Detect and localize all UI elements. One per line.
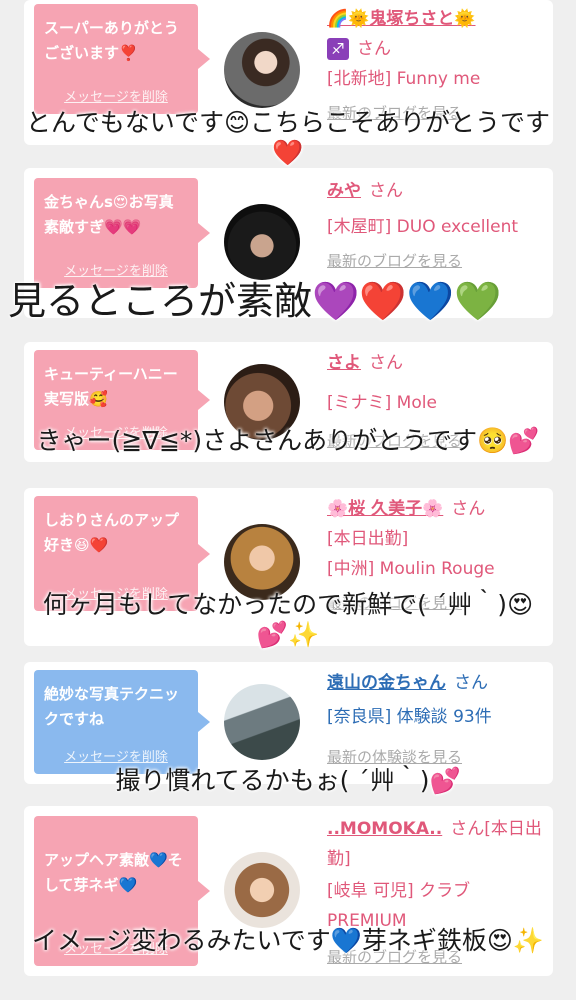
shop-link[interactable]: [ミナミ] Mole bbox=[327, 388, 543, 418]
avatar[interactable] bbox=[224, 852, 300, 928]
profile-name-link[interactable]: 遠山の金ちゃん bbox=[327, 673, 446, 693]
overlay-caption: きゃー(≧∇≦*)さよさんありがとうです🥺💕 bbox=[36, 426, 540, 455]
profile-name-link[interactable]: 🌸桜 久美子🌸 bbox=[327, 499, 443, 519]
profile-name-link[interactable]: みや bbox=[327, 181, 361, 201]
shop-link[interactable]: [木屋町] DUO excellent bbox=[327, 212, 543, 242]
message-text: アップヘア素敵💙そして芽ネギ💙 bbox=[44, 851, 183, 894]
sagittarius-icon: ♐ bbox=[327, 38, 349, 60]
message-text: スーパーありがとうございます❣️ bbox=[44, 19, 179, 62]
work-status: [本日出勤] bbox=[327, 529, 409, 549]
profile-name-link[interactable]: さよ bbox=[327, 353, 361, 373]
message-text: 絶妙な写真テクニックですね bbox=[44, 685, 180, 728]
overlay-caption: 撮り慣れてるかもぉ( ´艸｀)💕 bbox=[115, 766, 461, 795]
honorific: さん bbox=[451, 499, 486, 519]
honorific: さん bbox=[357, 39, 391, 59]
message-bubble: 絶妙な写真テクニックですね メッセージを削除 bbox=[34, 670, 210, 774]
delete-message-link[interactable]: メッセージを削除 bbox=[34, 85, 198, 110]
message-text: 金ちゃんs😍お写真素敵すぎ💗💗 bbox=[44, 193, 174, 236]
message-text: しおりさんのアップ好き😆❤️ bbox=[44, 511, 180, 554]
avatar[interactable] bbox=[224, 524, 300, 600]
profile-name-link[interactable]: ..MOMOKA.. bbox=[327, 819, 442, 839]
avatar[interactable] bbox=[224, 684, 300, 760]
profile-name-link[interactable]: 🌈🌞鬼塚ちさと🌞 bbox=[327, 9, 476, 29]
overlay-caption: イメージ変わるみたいです💙芽ネギ鉄板😍✨ bbox=[31, 926, 545, 955]
overlay-caption: 何ヶ月もしてなかったので新鮮で( ´艸｀)😍💕✨ bbox=[42, 590, 534, 649]
shop-link[interactable]: [中洲] Moulin Rouge bbox=[327, 554, 543, 584]
honorific: さん bbox=[369, 353, 403, 373]
honorific: さん bbox=[369, 181, 403, 201]
honorific: さん bbox=[454, 673, 488, 693]
recent-blog-link[interactable]: 最新のブログを見る bbox=[327, 246, 543, 276]
shop-link[interactable]: [北新地] Funny me bbox=[327, 64, 543, 94]
avatar[interactable] bbox=[224, 204, 300, 280]
avatar[interactable] bbox=[224, 32, 300, 108]
message-bubble: スーパーありがとうございます❣️ メッセージを削除 bbox=[34, 4, 210, 114]
shop-link[interactable]: [奈良県] 体験談 93件 bbox=[327, 702, 543, 732]
overlay-caption: とんでもないです😊こちらこそありがとうです❤️ bbox=[25, 108, 551, 167]
overlay-caption: 見るところが素敵💜❤️💙💚 bbox=[8, 279, 502, 323]
message-bubble: 金ちゃんs😍お写真素敵すぎ💗💗 メッセージを削除 bbox=[34, 178, 210, 288]
message-text: キューティーハニー実写版🥰 bbox=[44, 365, 178, 408]
